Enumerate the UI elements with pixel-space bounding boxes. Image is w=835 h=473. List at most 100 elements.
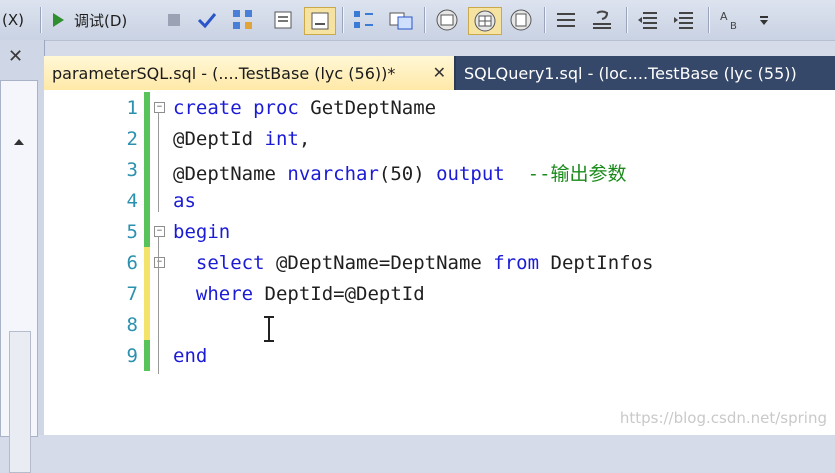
code-token: --输出参数 xyxy=(504,163,627,185)
editor-body[interactable]: 1− create proc GetDeptName 2 @DeptId int, 3 @… xyxy=(44,90,835,435)
code-token: begin xyxy=(173,221,231,243)
svg-text:B: B xyxy=(730,21,737,32)
code-line[interactable]: 7 where DeptId=@DeptId xyxy=(44,278,835,309)
line-number: 9 xyxy=(126,345,138,367)
code-line[interactable]: 8 xyxy=(44,309,835,340)
line-number: 7 xyxy=(126,283,138,305)
dropdown-icon[interactable] xyxy=(756,7,772,33)
code-line[interactable]: 2 @DeptId int, xyxy=(44,123,835,154)
object-explorer-panel xyxy=(0,80,38,473)
change-indicator xyxy=(144,92,150,123)
query-plan-icon[interactable] xyxy=(230,7,256,33)
toolbar-separator xyxy=(424,7,425,33)
code-token: end xyxy=(173,345,208,367)
execute-icon[interactable] xyxy=(48,7,68,33)
sql-editor[interactable]: 1− create proc GetDeptName 2 @DeptId int, 3 @… xyxy=(44,90,835,435)
code-text: @DeptId int, xyxy=(173,128,310,150)
toolbar-separator xyxy=(626,7,627,33)
toolbar-separator xyxy=(544,7,545,33)
tab-sqlquery1[interactable]: SQLQuery1.sql - (loc....TestBase (lyc (5… xyxy=(456,56,835,90)
close-icon[interactable]: ✕ xyxy=(8,46,23,67)
code-token: DeptId=@DeptId xyxy=(264,283,425,305)
include-stats-icon[interactable] xyxy=(386,7,416,33)
outline-guide xyxy=(158,112,159,212)
fold-toggle-icon[interactable]: − xyxy=(154,257,165,268)
results-grid-icon[interactable] xyxy=(468,7,502,35)
toolbar-separator xyxy=(40,7,41,33)
debug-button[interactable]: 调试(D) xyxy=(74,7,127,33)
code-token: where xyxy=(173,283,265,305)
client-stats-icon[interactable] xyxy=(432,7,462,33)
code-text: end xyxy=(173,345,207,367)
object-explorer-strip: ✕ xyxy=(0,40,45,473)
results-to-icon[interactable] xyxy=(270,7,296,33)
comment-icon[interactable] xyxy=(552,7,580,33)
line-number: 4 xyxy=(126,190,138,212)
code-token: select xyxy=(173,252,276,274)
text-cursor-icon xyxy=(264,316,274,342)
tab-label: SQLQuery1.sql - (loc....TestBase (lyc (5… xyxy=(464,63,797,83)
uncomment-icon[interactable] xyxy=(588,7,616,33)
results-file-icon[interactable] xyxy=(506,7,536,33)
code-line[interactable]: 1 − create proc GetDeptName xyxy=(44,92,835,123)
line-number: 5 xyxy=(126,221,138,243)
fold-toggle-icon[interactable]: − xyxy=(154,226,165,237)
code-token: int xyxy=(264,128,299,150)
change-indicator xyxy=(144,154,150,185)
code-token: @DeptId xyxy=(173,128,265,150)
document-tab-bar: parameterSQL.sql - (....TestBase (lyc (5… xyxy=(44,56,835,90)
code-token: from xyxy=(493,252,551,274)
code-line[interactable]: 3 @DeptName nvarchar(50) output --输出参数 xyxy=(44,154,835,185)
line-number: 6 xyxy=(126,252,138,274)
code-text: create proc GetDeptName xyxy=(173,97,436,119)
change-indicator xyxy=(144,309,150,340)
scroll-up-icon[interactable] xyxy=(14,139,24,145)
code-token: @DeptName xyxy=(173,163,288,185)
display-plan-icon[interactable] xyxy=(350,7,378,33)
code-token: nvarchar xyxy=(287,163,379,185)
code-text: where DeptId=@DeptId xyxy=(173,283,425,305)
fold-toggle-icon[interactable]: − xyxy=(154,102,165,113)
menu-fragment[interactable]: (X) xyxy=(2,7,24,33)
tab-label: parameterSQL.sql - (....TestBase (lyc (5… xyxy=(52,63,396,83)
scrollbar-thumb[interactable] xyxy=(9,331,31,473)
code-line[interactable]: 4 as xyxy=(44,185,835,216)
watermark: https://blog.csdn.net/spring xyxy=(619,409,827,427)
code-line[interactable]: 5 − begin xyxy=(44,216,835,247)
code-line[interactable]: 6 − select @DeptName=DeptName from DeptIn… xyxy=(44,247,835,278)
code-token: , xyxy=(298,128,311,150)
toolbar-separator xyxy=(342,7,343,33)
line-number: 1 xyxy=(126,97,138,119)
save-results-icon[interactable] xyxy=(304,7,336,35)
code-token: GetDeptName xyxy=(310,97,437,119)
code-token: output xyxy=(436,163,505,185)
parse-check-icon[interactable] xyxy=(196,7,218,33)
specify-values-icon[interactable]: AB xyxy=(716,7,750,33)
close-tab-icon[interactable]: ✕ xyxy=(433,63,446,82)
increase-indent-icon[interactable] xyxy=(670,7,698,33)
stop-icon[interactable] xyxy=(164,7,184,33)
change-indicator xyxy=(144,123,150,154)
line-number: 3 xyxy=(126,159,138,181)
tab-parameter-sql[interactable]: parameterSQL.sql - (....TestBase (lyc (5… xyxy=(44,56,454,90)
code-text: @DeptName nvarchar(50) output --输出参数 xyxy=(173,159,627,186)
change-indicator xyxy=(144,185,150,216)
change-indicator xyxy=(144,340,150,371)
code-token: DeptInfos xyxy=(550,252,654,274)
decrease-indent-icon[interactable] xyxy=(634,7,662,33)
change-indicator xyxy=(144,278,150,309)
code-line[interactable]: 9 end xyxy=(44,340,835,371)
line-number: 2 xyxy=(126,128,138,150)
code-text: begin xyxy=(173,221,230,243)
line-number: 8 xyxy=(126,314,138,336)
change-indicator xyxy=(144,216,150,247)
svg-text:A: A xyxy=(720,10,728,23)
outline-guide xyxy=(158,236,159,374)
toolbar: (X) 调试(D) A B xyxy=(0,0,835,41)
toolbar-separator xyxy=(708,7,709,33)
code-token: (50) xyxy=(378,163,437,185)
code-text: select @DeptName=DeptName from DeptInfos xyxy=(173,252,654,274)
code-token: create proc xyxy=(173,97,311,119)
change-indicator xyxy=(144,247,150,278)
code-text: as xyxy=(173,190,196,212)
